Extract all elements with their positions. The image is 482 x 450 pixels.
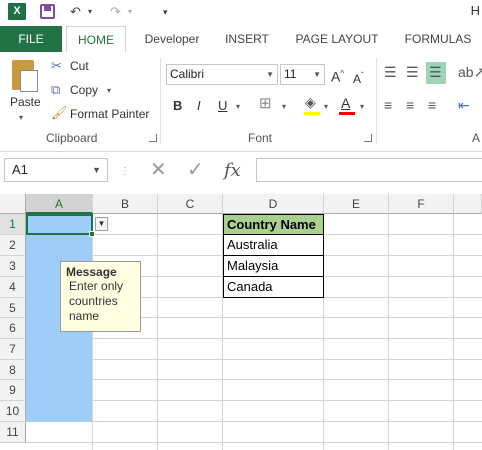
font-family-select[interactable]: Calibri ▼ xyxy=(166,64,278,85)
insert-function-button[interactable]: fx xyxy=(224,160,241,181)
row-header-10[interactable]: 10 xyxy=(0,401,26,422)
font-color-dropdown-icon[interactable]: ▾ xyxy=(360,99,364,115)
redo-dropdown-icon[interactable]: ▾ xyxy=(128,3,132,21)
table-cell-country[interactable]: Malaysia xyxy=(223,255,324,277)
active-cell-a1[interactable] xyxy=(26,214,93,235)
row-header-3[interactable]: 3 xyxy=(0,256,26,277)
align-right-icon[interactable]: ≡ xyxy=(428,97,436,113)
copy-dropdown-icon[interactable]: ▾ xyxy=(107,83,111,99)
undo-dropdown-icon[interactable]: ▾ xyxy=(88,3,92,21)
font-color-swatch xyxy=(339,112,355,115)
input-message-body: Enter only countries name xyxy=(69,279,124,323)
row-header-6[interactable]: 6 xyxy=(0,318,26,339)
decrease-indent-icon[interactable]: ⇤ xyxy=(458,97,470,113)
column-header-f[interactable]: F xyxy=(389,194,454,214)
input-message-title: Message xyxy=(66,265,117,279)
increase-font-size-icon[interactable]: A^ xyxy=(331,66,344,85)
formula-input[interactable] xyxy=(256,158,482,182)
column-header-c[interactable]: C xyxy=(158,194,223,214)
row-header-1[interactable]: 1 xyxy=(0,214,26,235)
format-painter-button[interactable]: Format Painter xyxy=(70,107,149,121)
tab-developer[interactable]: Developer xyxy=(136,26,208,52)
validation-dropdown-button[interactable]: ▼ xyxy=(95,217,108,231)
align-bottom-icon[interactable]: ☰ xyxy=(429,64,442,80)
bold-button[interactable]: B xyxy=(173,98,182,113)
column-header-d[interactable]: D xyxy=(223,194,324,214)
row-header-5[interactable]: 5 xyxy=(0,298,26,318)
copy-icon[interactable]: ⧉ xyxy=(51,82,60,98)
format-painter-icon[interactable]: 🖌 xyxy=(51,105,68,121)
fill-color-dropdown-icon[interactable]: ▾ xyxy=(324,99,328,115)
tab-page-layout[interactable]: PAGE LAYOUT xyxy=(288,26,386,52)
customize-qat-icon[interactable]: ▾ xyxy=(163,3,168,21)
ribbon-tabs: FILE HOME Developer INSERT PAGE LAYOUT F… xyxy=(0,26,482,78)
paste-button[interactable]: Paste xyxy=(10,95,41,109)
underline-dropdown-icon[interactable]: ▾ xyxy=(236,99,240,115)
underline-button[interactable]: U xyxy=(218,98,227,113)
column-header-b[interactable]: B xyxy=(93,194,158,214)
tab-file[interactable]: FILE xyxy=(0,26,62,52)
fill-color-swatch xyxy=(304,112,320,115)
row-header-4[interactable]: 4 xyxy=(0,277,26,298)
name-box[interactable]: A1 ▼ xyxy=(4,158,108,182)
clipboard-launcher-icon[interactable] xyxy=(149,134,157,142)
ribbon-home: Paste ▾ ✂ Cut ⧉ Copy ▾ 🖌 Format Painter … xyxy=(0,52,482,152)
formula-bar: A1 ▼ ⋮ ✕ ✓ fx xyxy=(0,152,482,188)
alignment-group-label: A xyxy=(472,131,481,145)
paste-dropdown-icon[interactable]: ▾ xyxy=(19,110,23,126)
column-header-g[interactable] xyxy=(454,194,482,214)
font-group-label: Font xyxy=(248,131,273,145)
font-launcher-icon[interactable] xyxy=(364,134,372,142)
fill-handle[interactable] xyxy=(89,231,95,237)
column-header-e[interactable]: E xyxy=(324,194,389,214)
font-size-select[interactable]: 11 ▼ xyxy=(280,64,325,85)
borders-icon[interactable]: ⊞ xyxy=(259,96,272,112)
scissors-icon[interactable]: ✂ xyxy=(51,58,62,74)
table-cell-country[interactable]: Canada xyxy=(223,276,324,298)
row-header-11[interactable]: 11 xyxy=(0,422,26,443)
worksheet-grid: A B C D E F 1 2 3 4 5 6 7 8 9 10 11 ▼ Co… xyxy=(0,194,482,450)
cut-button[interactable]: Cut xyxy=(70,59,89,73)
excel-logo-icon: X xyxy=(8,3,26,20)
tab-home[interactable]: HOME xyxy=(66,26,126,53)
table-header-cell[interactable]: Country Name xyxy=(223,214,324,235)
align-center-icon[interactable]: ≡ xyxy=(406,97,414,113)
italic-button[interactable]: I xyxy=(197,98,201,113)
orientation-icon[interactable]: ab↗ xyxy=(458,64,482,80)
redo-icon[interactable]: ↷ xyxy=(110,3,121,21)
fill-color-icon[interactable]: ◈ xyxy=(305,94,316,110)
input-message-tooltip: Message Enter only countries name xyxy=(60,261,141,332)
quick-access-toolbar: X ↶ ▾ ↷ ▾ ▾ H xyxy=(0,0,482,24)
align-left-icon[interactable]: ≡ xyxy=(384,97,392,113)
row-header-9[interactable]: 9 xyxy=(0,380,26,401)
align-top-icon[interactable]: ☰ xyxy=(384,64,397,80)
cancel-icon[interactable]: ✕ xyxy=(150,160,167,180)
row-header-7[interactable]: 7 xyxy=(0,339,26,360)
window-title: H xyxy=(470,3,480,18)
borders-dropdown-icon[interactable]: ▾ xyxy=(282,99,286,115)
paste-icon[interactable] xyxy=(12,60,38,92)
clipboard-group-label: Clipboard xyxy=(46,131,98,145)
column-header-a[interactable]: A xyxy=(26,194,93,214)
enter-icon[interactable]: ✓ xyxy=(187,160,204,180)
font-color-icon[interactable]: A xyxy=(341,95,350,111)
row-header-8[interactable]: 8 xyxy=(0,360,26,380)
copy-button[interactable]: Copy xyxy=(70,83,98,97)
save-icon[interactable] xyxy=(40,4,55,19)
formula-bar-grip-icon[interactable]: ⋮ xyxy=(120,164,130,180)
select-all-corner[interactable] xyxy=(0,194,26,214)
align-middle-icon[interactable]: ☰ xyxy=(406,64,419,80)
tab-formulas[interactable]: FORMULAS xyxy=(398,26,478,52)
decrease-font-size-icon[interactable]: Aˇ xyxy=(353,68,364,87)
table-cell-country[interactable]: Australia xyxy=(223,234,324,256)
tab-insert[interactable]: INSERT xyxy=(218,26,276,52)
row-header-2[interactable]: 2 xyxy=(0,235,26,256)
undo-icon[interactable]: ↶ xyxy=(70,3,81,21)
